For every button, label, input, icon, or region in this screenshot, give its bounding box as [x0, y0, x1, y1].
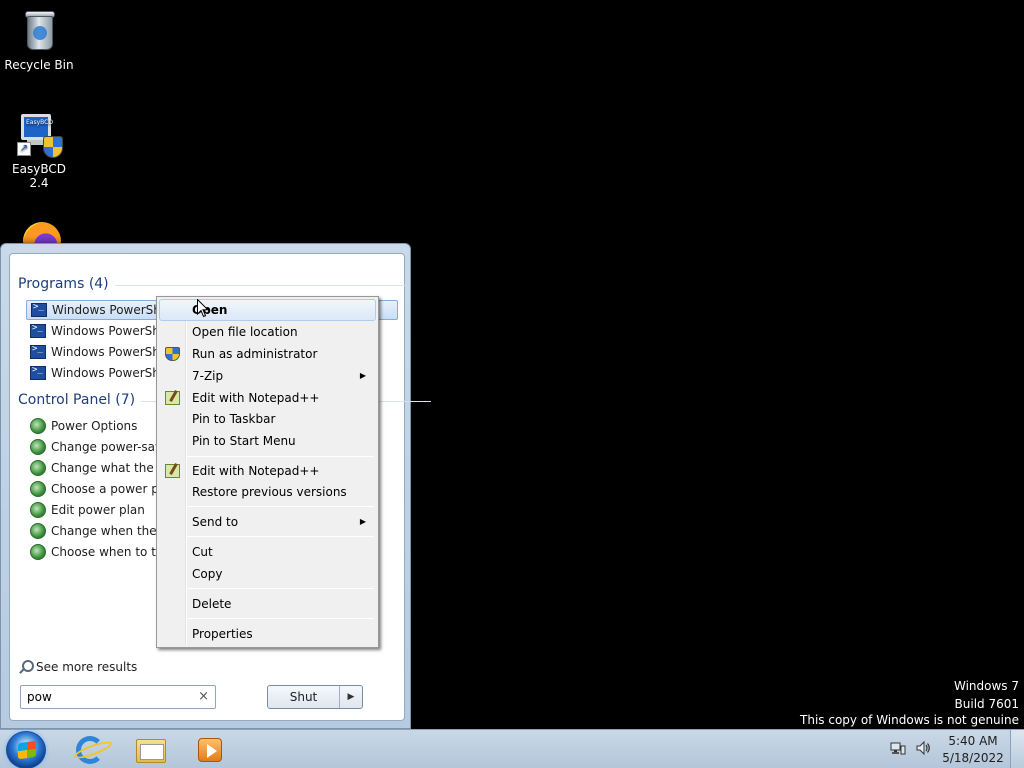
taskbar-windows-media-player[interactable] — [182, 733, 238, 767]
shutdown-options-arrow-icon[interactable]: ▶ — [340, 686, 362, 708]
taskbar-clock[interactable]: 5:40 AM 5/18/2022 — [938, 733, 1008, 767]
shutdown-button[interactable]: Shut down — [268, 686, 340, 708]
ctx-item-label: Edit with Notepad++ — [192, 464, 320, 478]
clock-date: 5/18/2022 — [942, 751, 1004, 765]
ctx-item-label: Cut — [192, 545, 213, 559]
windows-explorer-icon — [136, 739, 166, 763]
windows-logo-icon — [18, 740, 36, 760]
ctx-item-label: Restore previous versions — [192, 485, 347, 499]
power-options-icon — [30, 460, 46, 476]
context-menu-separator — [187, 456, 374, 457]
internet-explorer-icon — [76, 736, 104, 764]
taskbar: 5:40 AM 5/18/2022 — [0, 729, 1024, 768]
watermark-genuine-notice: This copy of Windows is not genuine — [800, 713, 1019, 727]
see-more-label: See more results — [36, 660, 138, 674]
ctx-item-label: Open file location — [192, 325, 298, 339]
clear-search-icon[interactable]: × — [198, 689, 209, 704]
ctx-item-label: Pin to Start Menu — [192, 434, 296, 448]
power-options-icon — [30, 481, 46, 497]
search-input[interactable] — [27, 690, 187, 704]
ctx-item-label: Edit with Notepad++ — [192, 391, 320, 405]
start-button[interactable] — [6, 731, 46, 768]
watermark-os-name: Windows 7 — [953, 679, 1019, 693]
control-panel-item-label: Power Options — [51, 419, 138, 433]
notepad-plus-plus-icon — [165, 391, 180, 405]
ctx-item-open[interactable]: Open — [159, 299, 376, 321]
powershell-icon — [30, 365, 46, 380]
ctx-item-run-as-administrator[interactable]: Run as administrator — [159, 343, 376, 365]
mouse-pointer-icon — [197, 299, 209, 318]
desktop-icon-recycle-bin[interactable]: Recycle Bin — [1, 6, 77, 72]
ctx-item-label: Properties — [192, 627, 253, 641]
show-desktop-button[interactable] — [1010, 730, 1024, 768]
power-options-icon — [30, 418, 46, 434]
magnifier-icon — [18, 660, 34, 674]
context-menu-separator — [187, 536, 374, 537]
windows-media-player-icon — [198, 738, 222, 762]
ctx-item-label: Send to — [192, 515, 239, 529]
recycle-bin-icon — [15, 6, 63, 54]
uac-shield-icon — [165, 347, 180, 361]
power-options-icon — [30, 544, 46, 560]
powershell-icon — [30, 323, 46, 338]
ctx-item-edit-notepadpp[interactable]: Edit with Notepad++ — [159, 460, 376, 482]
ctx-item-properties[interactable]: Properties — [159, 623, 376, 645]
ctx-item-delete[interactable]: Delete — [159, 593, 376, 615]
ctx-item-pin-to-taskbar[interactable]: Pin to Taskbar — [159, 408, 376, 430]
shutdown-control: Shut down ▶ — [267, 685, 363, 709]
context-menu-separator — [187, 618, 374, 619]
clock-time: 5:40 AM — [948, 734, 998, 748]
start-search-box[interactable]: × — [20, 685, 216, 709]
desktop-icon-label: EasyBCD 2.4 — [12, 162, 66, 190]
power-options-icon — [30, 523, 46, 539]
ctx-item-7zip[interactable]: 7-Zip ▶ — [159, 365, 376, 387]
network-tray-icon[interactable] — [890, 740, 906, 756]
ctx-item-edit-notepadpp[interactable]: Edit with Notepad++ — [159, 387, 376, 409]
ctx-item-restore-previous-versions[interactable]: Restore previous versions — [159, 481, 376, 503]
ctx-item-cut[interactable]: Cut — [159, 541, 376, 563]
taskbar-windows-explorer[interactable] — [122, 733, 178, 767]
power-options-icon — [30, 502, 46, 518]
ctx-item-label: Pin to Taskbar — [192, 412, 276, 426]
volume-tray-icon[interactable] — [915, 740, 931, 756]
programs-section-header[interactable]: Programs (4) — [18, 276, 404, 292]
context-menu-separator — [187, 506, 374, 507]
ctx-item-label: 7-Zip — [192, 369, 224, 383]
ctx-item-pin-to-start-menu[interactable]: Pin to Start Menu — [159, 430, 376, 452]
watermark-build: Build 7601 — [954, 697, 1019, 711]
ctx-item-label: Run as administrator — [192, 347, 318, 361]
ctx-item-send-to[interactable]: Send to ▶ — [159, 511, 376, 533]
desktop-icon-easybcd[interactable]: EasyBCD ↗ EasyBCD 2.4 — [1, 110, 77, 190]
control-panel-item-label: Edit power plan — [51, 503, 145, 517]
context-menu-separator — [187, 588, 374, 589]
powershell-icon — [30, 344, 46, 359]
ctx-item-copy[interactable]: Copy — [159, 563, 376, 585]
see-more-results-link[interactable]: See more results — [18, 660, 137, 674]
power-options-icon — [30, 439, 46, 455]
submenu-arrow-icon: ▶ — [359, 517, 366, 526]
context-menu: Open Open file location Run as administr… — [156, 296, 379, 648]
control-panel-section-header[interactable]: Control Panel (7) — [18, 392, 432, 408]
ctx-item-label: Copy — [192, 567, 223, 581]
taskbar-internet-explorer[interactable] — [62, 733, 118, 767]
easybcd-icon: EasyBCD ↗ — [15, 110, 63, 158]
notepad-plus-plus-icon — [165, 464, 180, 478]
powershell-icon — [31, 302, 47, 317]
submenu-arrow-icon: ▶ — [359, 371, 366, 380]
ctx-item-open-file-location[interactable]: Open file location — [159, 321, 376, 343]
ctx-item-label: Delete — [192, 597, 232, 611]
desktop-icon-label: Recycle Bin — [4, 58, 74, 72]
